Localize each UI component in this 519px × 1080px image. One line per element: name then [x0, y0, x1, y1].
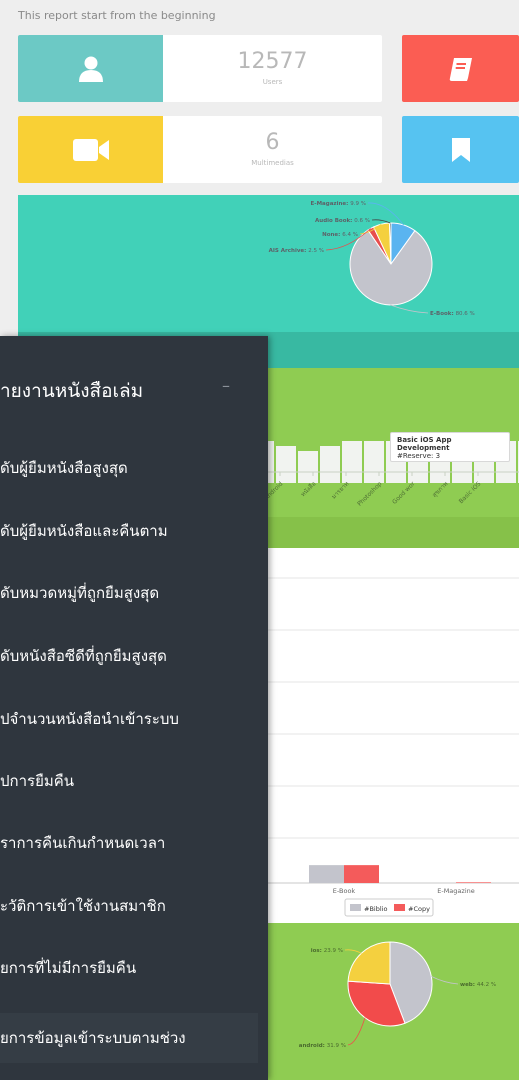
pie-label: ios: 23.9 % [311, 948, 343, 954]
menu-item-borrowers-returns[interactable]: ดับผู้ยืมหนังสือและคืนตาม [0, 519, 168, 543]
pie-connector [371, 219, 391, 224]
collapse-icon[interactable]: – [222, 376, 230, 395]
users-count: 12577 [237, 49, 308, 74]
legend-swatch [394, 904, 405, 911]
multimedia-stat-card[interactable]: 6 Multimedias [18, 116, 382, 183]
legend-swatch [350, 904, 361, 911]
pie-label: AIS Archive: 2.5 % [269, 248, 324, 254]
bookmark-stat-card[interactable] [402, 116, 519, 183]
reserve-bar [342, 441, 362, 483]
biblio-copy-x-tick-label: E-Book [333, 887, 356, 895]
menu-item-top-categories[interactable]: ดับหมวดหมู่ที่ถูกยืมสูงสุด [0, 581, 159, 605]
users-label: Users [262, 78, 283, 86]
menu-item-borrow-return-summary[interactable]: ปการยืมคืน [0, 769, 74, 793]
reserve-bar [364, 441, 384, 483]
pie-label: web: 44.2 % [460, 982, 496, 988]
biblio-copy-bar [309, 865, 344, 883]
reserve-x-tick-label: มารยาท [330, 480, 350, 500]
tooltip-text: #Reserve: 3 [397, 452, 441, 460]
report-sidebar-menu: ายงานหนังสือเล่ม – ดับผู้ยืมหนังสือสูงสุ… [0, 336, 268, 1080]
multimedia-count: 6 [265, 130, 280, 155]
reserve-x-tick-label: Good wor [391, 480, 417, 506]
menu-item-top-cd-books[interactable]: ดับหนังสือซีดีที่ถูกยืมสูงสุด [0, 644, 167, 668]
chart-tooltip: Basic iOS App Development #Reserve: 3 [390, 432, 510, 462]
menu-item-books-imported[interactable]: ปจำนวนหนังสือนำเข้าระบบ [0, 707, 179, 731]
pie-label: E-Magazine: 9.9 % [311, 201, 366, 207]
pie-connector [390, 304, 429, 314]
media-type-pie-svg: E-Book: 80.6 % E-Magazine: 9.9 % Audio Boo… [269, 201, 475, 317]
menu-item-overdue-returns[interactable]: ราการคืนเกินกำหนดเวลา [0, 831, 165, 855]
reserve-bar [320, 446, 340, 483]
pie-label: android: 31.9 % [299, 1043, 346, 1049]
users-stat-card[interactable]: 12577 Users [18, 35, 382, 102]
menu-item-member-access-history[interactable]: ะวัติการเข้าใช้งานสมาชิก [0, 894, 166, 918]
biblio-copy-x-tick-label: E-Magazine [437, 887, 475, 895]
menu-item-no-borrow-items[interactable]: ยการที่ไม่มีการยืมคืน [0, 956, 136, 980]
pie-slice [347, 941, 391, 985]
pie-connector [347, 1017, 366, 1046]
report-subtitle: This report start from the beginning [18, 9, 216, 22]
media-type-pie-chart: E-Book: 80.6 % E-Magazine: 9.9 % Audio Boo… [18, 195, 519, 332]
pie-label: E-Book: 80.6 % [430, 311, 475, 317]
biblio-copy-bar [456, 882, 491, 883]
ebooks-stat-card[interactable] [402, 35, 519, 102]
user-icon [18, 35, 163, 102]
menu-item-top-borrowers[interactable]: ดับผู้ยืมหนังสือสูงสุด [0, 456, 128, 480]
menu-title[interactable]: ายงานหนังสือเล่ม [0, 376, 143, 406]
reserve-x-tick-label: Basic iOS [458, 480, 483, 505]
multimedia-label: Multimedias [251, 159, 294, 167]
bookmark-icon [451, 137, 470, 162]
reserve-bar [298, 451, 318, 483]
pie-connector [344, 949, 362, 954]
legend-label: #Biblio [364, 905, 387, 913]
reserve-bar [276, 446, 296, 483]
video-camera-icon [18, 116, 163, 183]
legend-label: #Copy [408, 905, 430, 913]
pie-label: Audio Book: 0.6 % [315, 218, 370, 224]
menu-item-import-by-period[interactable]: ยการข้อมูลเข้าระบบตามช่วง [0, 1013, 258, 1063]
biblio-copy-bar [344, 865, 379, 883]
tooltip-title: Basic iOS App Development [397, 436, 452, 452]
reserve-x-tick-label: สุขภาพ [431, 480, 449, 498]
book-icon [449, 57, 472, 81]
pie-label: None: 6.4 % [322, 232, 358, 238]
reserve-x-tick-label: Photoshop [356, 480, 383, 507]
pie-connector [431, 976, 459, 985]
